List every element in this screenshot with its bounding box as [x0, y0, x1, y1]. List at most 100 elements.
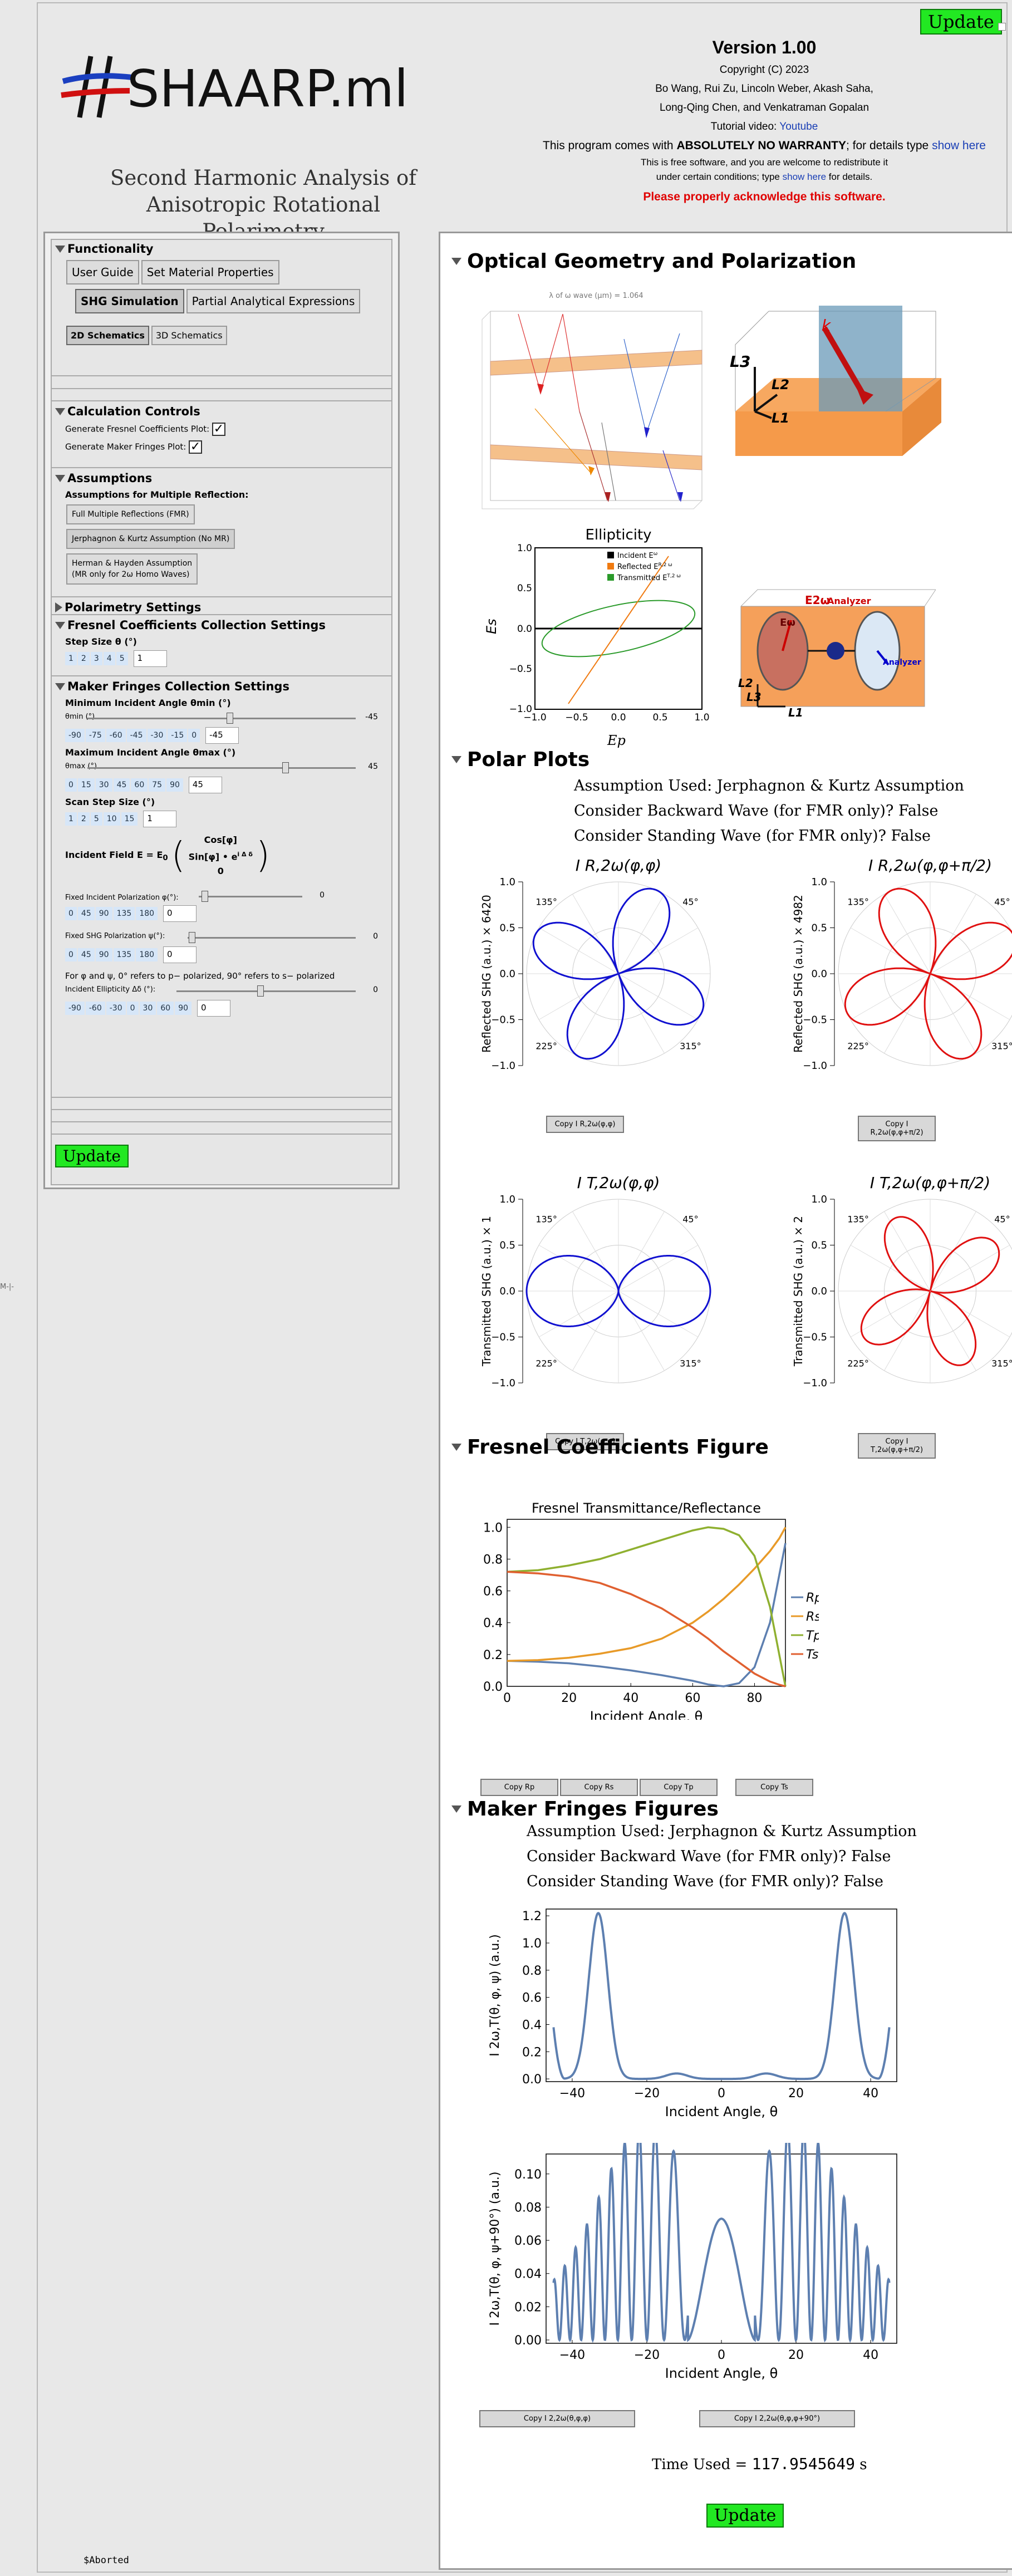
max-chip[interactable]: 0 [65, 778, 77, 792]
copy-maker1-button[interactable]: Copy I 2,2ω(θ,φ,φ) [479, 2410, 635, 2427]
tutorial-prefix: Tutorial video: [710, 121, 780, 133]
slider-knob[interactable] [227, 713, 233, 724]
max-chip[interactable]: 75 [149, 778, 166, 792]
polar-angle-label: 315° [680, 1358, 701, 1368]
fixed-incident-slider[interactable]: Fixed Incident Polarization φ(°): 0 [65, 890, 325, 903]
copy-tp-button[interactable]: Copy Tp [640, 1779, 718, 1796]
max-chip[interactable]: 60 [131, 778, 148, 792]
scan-step-input[interactable]: 1 [143, 811, 177, 827]
min-chip[interactable]: -30 [147, 729, 167, 742]
scan-chip[interactable]: 2 [77, 812, 90, 826]
pol-chip[interactable]: 180 [136, 948, 158, 962]
update-button-top[interactable]: Update [920, 9, 1002, 35]
scan-chip[interactable]: 5 [90, 812, 102, 826]
top-checkbox[interactable] [998, 23, 1006, 31]
copy-ts-button[interactable]: Copy Ts [735, 1779, 813, 1796]
ellip-chip[interactable]: -30 [106, 1002, 126, 1015]
fmr-option-button[interactable]: Full Multiple Reflections (FMR) [66, 504, 195, 524]
step-chip[interactable]: 2 [77, 652, 90, 665]
youtube-link[interactable]: Youtube [779, 121, 818, 133]
ellip-chip[interactable]: 30 [139, 1002, 156, 1015]
maker-plot-checkbox[interactable]: ✓ [189, 440, 203, 454]
copy-polar-1-button[interactable]: Copy I R,2ω(φ,φ) [546, 1116, 624, 1133]
min-chip[interactable]: -15 [168, 729, 188, 742]
step-chip[interactable]: 3 [90, 652, 102, 665]
max-chip[interactable]: 45 [113, 778, 130, 792]
pol-chip[interactable]: 90 [95, 948, 112, 962]
partial-analytical-expressions-button[interactable]: Partial Analytical Expressions [186, 289, 361, 313]
ellip-chip[interactable]: -90 [65, 1002, 85, 1015]
min-chip[interactable]: -90 [65, 729, 85, 742]
min-angle-slider[interactable]: θmin (°) -45 [65, 712, 378, 725]
pol-chip[interactable]: 135 [113, 907, 135, 921]
warranty-show-link[interactable]: show here [932, 139, 986, 152]
conditions-show-link[interactable]: show here [783, 171, 826, 182]
min-chip[interactable]: -75 [85, 729, 105, 742]
slider-knob[interactable] [202, 891, 208, 902]
copy-polar-4-button[interactable]: Copy I T,2ω(φ,φ+π/2) [858, 1433, 936, 1459]
ellip-chip[interactable]: 90 [175, 1002, 192, 1015]
max-angle-input[interactable]: 45 [188, 777, 222, 793]
copy-rs-button[interactable]: Copy Rs [560, 1779, 638, 1796]
hh-option-button[interactable]: Herman & Hayden Assumption (MR only for 2… [66, 553, 198, 585]
polarimetry-header[interactable]: Polarimetry Settings [52, 598, 391, 616]
scan-chip[interactable]: 1 [65, 812, 77, 826]
min-chip[interactable]: -45 [126, 729, 146, 742]
min-chip[interactable]: -60 [106, 729, 126, 742]
update-button-sidebar[interactable]: Update [55, 1145, 129, 1167]
copyright-text: Copyright (C) 2023 [719, 64, 809, 76]
user-guide-button[interactable]: User Guide [66, 260, 139, 284]
ellip-chip[interactable]: -60 [85, 1002, 105, 1015]
pol-chip[interactable]: 135 [113, 948, 135, 962]
maker-section-header[interactable]: Maker Fringes Figures [451, 1798, 719, 1821]
shg-simulation-button[interactable]: SHG Simulation [75, 289, 184, 313]
fresnel-settings-header[interactable]: Fresnel Coefficients Collection Settings [52, 616, 391, 634]
pol-chip[interactable]: 0 [65, 948, 77, 962]
slider-knob[interactable] [189, 932, 195, 944]
set-material-properties-button[interactable]: Set Material Properties [141, 260, 279, 284]
maker-settings-header[interactable]: Maker Fringes Collection Settings [52, 678, 391, 695]
tab-2d-schematics[interactable]: 2D Schematics [66, 326, 149, 345]
pol-chip[interactable]: 180 [136, 907, 158, 921]
fresnel-plot-checkbox[interactable]: ✓ [212, 423, 226, 436]
step-chip[interactable]: 4 [103, 652, 115, 665]
polar-section-header[interactable]: Polar Plots [451, 748, 589, 771]
pol-chip[interactable]: 90 [95, 907, 112, 921]
collapse-down-icon [55, 408, 65, 415]
optical-section-header[interactable]: Optical Geometry and Polarization [451, 250, 856, 273]
scan-chip[interactable]: 15 [121, 812, 138, 826]
pol-chip[interactable]: 0 [65, 907, 77, 921]
fresnel-section-header[interactable]: Fresnel Coefficients Figure [451, 1436, 769, 1459]
max-chip[interactable]: 15 [77, 778, 95, 792]
ellip-chip[interactable]: 60 [157, 1002, 174, 1015]
max-angle-slider[interactable]: θmax (°) 45 [65, 761, 378, 774]
tab-3d-schematics[interactable]: 3D Schematics [151, 326, 227, 345]
fixed-incident-input[interactable]: 0 [163, 905, 197, 923]
fresnel-step-input[interactable]: 1 [133, 650, 167, 667]
divider-block [52, 379, 391, 389]
min-chip[interactable]: 0 [188, 729, 200, 742]
copy-maker2-button[interactable]: Copy I 2,2ω(θ,φ,φ+90°) [699, 2410, 855, 2427]
slider-knob[interactable] [282, 762, 289, 773]
calc-controls-header[interactable]: Calculation Controls [52, 403, 391, 420]
assumptions-header[interactable]: Assumptions [52, 469, 391, 487]
max-chip[interactable]: 30 [95, 778, 112, 792]
functionality-header[interactable]: Functionality [52, 240, 391, 258]
ellip-chip[interactable]: 0 [126, 1002, 139, 1015]
fixed-shg-slider[interactable]: Fixed SHG Polarization ψ(°): 0 [65, 931, 378, 944]
step-chip[interactable]: 1 [65, 652, 77, 665]
ellipticity-slider[interactable]: Incident Ellipticity Δδ (°): 0 [65, 984, 378, 998]
pol-chip[interactable]: 45 [77, 948, 95, 962]
min-angle-input[interactable]: -45 [205, 727, 239, 744]
fixed-shg-input[interactable]: 0 [163, 946, 197, 964]
scan-chip[interactable]: 10 [103, 812, 120, 826]
pol-chip[interactable]: 45 [77, 907, 95, 921]
max-chip[interactable]: 90 [166, 778, 183, 792]
copy-rp-button[interactable]: Copy Rp [480, 1779, 558, 1796]
copy-polar-2-button[interactable]: Copy I R,2ω(φ,φ+π/2) [858, 1116, 936, 1141]
ellipticity-input[interactable]: 0 [197, 1000, 231, 1017]
step-chip[interactable]: 5 [116, 652, 128, 665]
slider-knob[interactable] [257, 985, 264, 997]
update-button-bottom[interactable]: Update [706, 2504, 784, 2528]
jk-option-button[interactable]: Jerphagnon & Kurtz Assumption (No MR) [66, 529, 235, 549]
